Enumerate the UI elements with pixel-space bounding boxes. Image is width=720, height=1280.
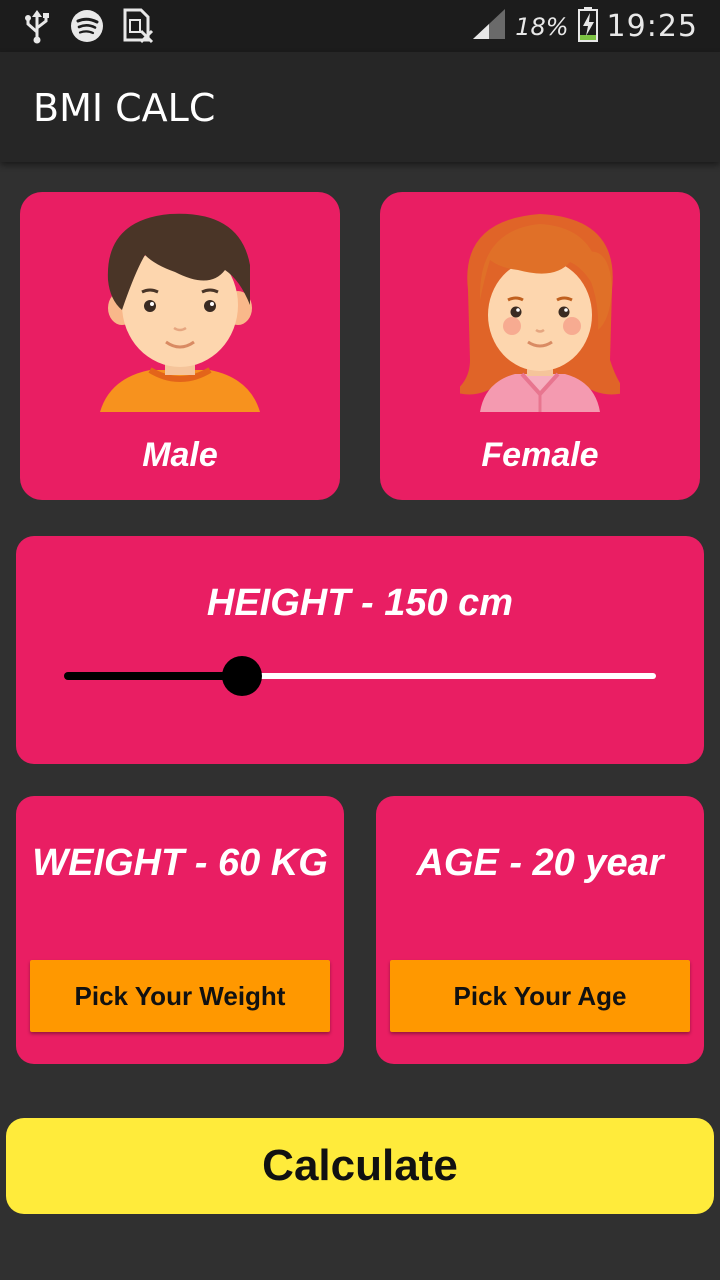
calculate-button[interactable]: Calculate <box>6 1118 714 1214</box>
battery-percent: 18% <box>515 12 569 41</box>
height-card: HEIGHT - 150 cm <box>16 536 704 764</box>
female-avatar-icon <box>460 214 620 412</box>
height-label: HEIGHT - 150 cm <box>206 582 514 624</box>
usb-icon <box>22 8 52 49</box>
weight-label: WEIGHT - 60 KG <box>32 842 328 884</box>
female-label: Female <box>481 436 599 474</box>
age-label: AGE - 20 year <box>416 842 664 884</box>
clock: 19:25 <box>606 9 698 44</box>
height-slider-thumb[interactable] <box>222 656 262 696</box>
spotify-icon <box>70 9 104 48</box>
male-label: Male <box>142 436 218 474</box>
pick-age-button[interactable]: Pick Your Age <box>390 960 690 1032</box>
height-slider-track <box>242 673 656 679</box>
age-card: AGE - 20 year Pick Your Age <box>376 796 704 1064</box>
height-slider[interactable] <box>64 656 656 696</box>
male-avatar-icon <box>100 213 260 412</box>
signal-icon <box>471 7 507 46</box>
status-bar: 18% 19:25 <box>0 0 720 52</box>
male-card[interactable]: Male <box>20 192 340 500</box>
weight-card: WEIGHT - 60 KG Pick Your Weight <box>16 796 344 1064</box>
no-sim-icon <box>122 8 154 49</box>
height-slider-active-track <box>64 672 242 680</box>
female-card[interactable]: Female <box>380 192 700 500</box>
battery-charging-icon <box>577 6 599 47</box>
app-bar: BMI CALC <box>0 52 720 162</box>
pick-weight-button[interactable]: Pick Your Weight <box>30 960 330 1032</box>
app-title: BMI CALC <box>33 86 216 130</box>
